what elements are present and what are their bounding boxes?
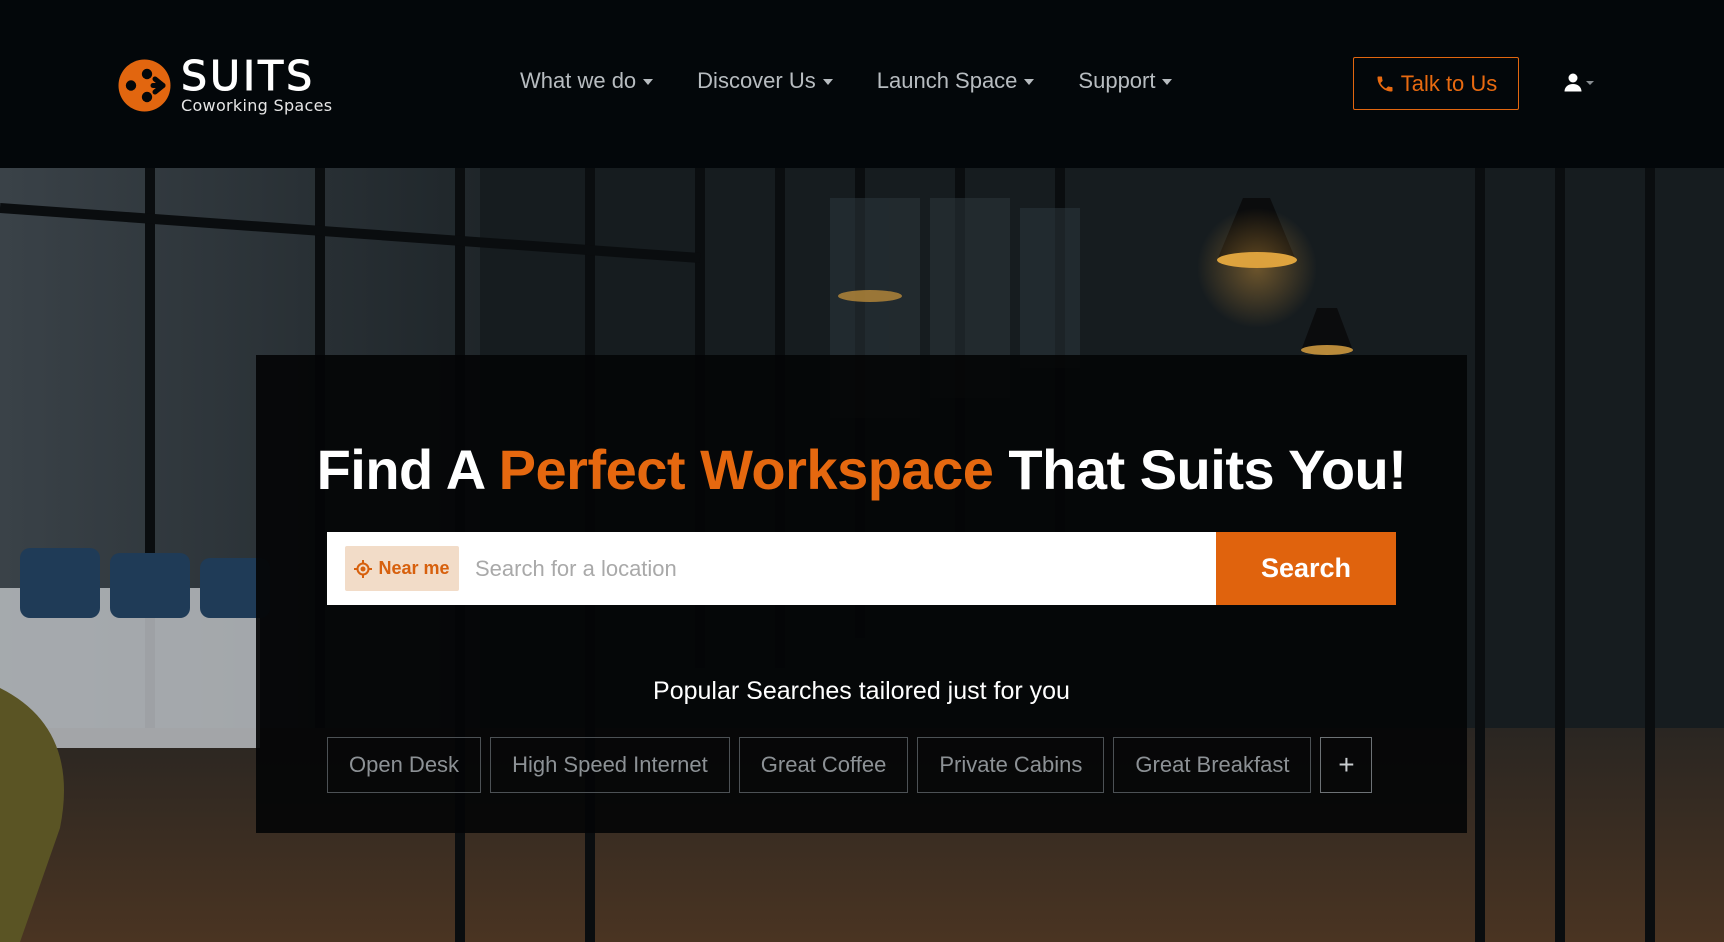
headline-accent: Perfect Workspace — [498, 438, 994, 501]
caret-down-icon — [1586, 81, 1594, 85]
phone-icon — [1377, 76, 1393, 91]
nav-item-label: Launch Space — [876, 68, 1018, 93]
caret-down-icon — [1024, 79, 1035, 85]
chip-great-breakfast[interactable]: Great Breakfast — [1113, 737, 1312, 793]
hero-section: Find A Perfect Workspace That Suits You!… — [0, 168, 1724, 942]
chip-high-speed-internet[interactable]: High Speed Internet — [490, 737, 730, 793]
location-search-bar: Near me Search — [327, 532, 1396, 605]
chip-great-coffee[interactable]: Great Coffee — [738, 737, 909, 793]
talk-to-us-label: Talk to Us — [1400, 70, 1498, 96]
location-search-input[interactable] — [459, 532, 1216, 605]
site-header: SUITS Coworking Spaces What we do Discov… — [0, 0, 1724, 168]
nav-item-support[interactable]: Support — [1078, 68, 1173, 94]
more-chips-button[interactable]: + — [1320, 737, 1373, 793]
brand-name: SUITS — [180, 52, 316, 100]
caret-down-icon — [822, 79, 833, 85]
caret-down-icon — [643, 79, 654, 85]
search-panel: Find A Perfect Workspace That Suits You!… — [256, 355, 1467, 833]
caret-down-icon — [1162, 79, 1173, 85]
nav-item-label: Support — [1078, 68, 1156, 93]
headline-end: That Suits You! — [993, 438, 1407, 501]
nav-item-what-we-do[interactable]: What we do — [520, 68, 654, 94]
brand-tagline: Coworking Spaces — [181, 96, 333, 115]
nav-item-discover-us[interactable]: Discover Us — [697, 68, 833, 94]
near-me-label: Near me — [378, 558, 450, 578]
search-button[interactable]: Search — [1216, 532, 1396, 605]
popular-searches-title: Popular Searches tailored just for you — [653, 677, 1070, 705]
chip-private-cabins[interactable]: Private Cabins — [917, 737, 1105, 793]
popular-search-chips: Open Desk High Speed Internet Great Coff… — [327, 737, 1373, 793]
user-menu-toggle[interactable] — [1563, 72, 1594, 92]
headline-start: Find A — [316, 438, 499, 501]
nav-item-label: What we do — [520, 68, 637, 93]
main-nav: What we do Discover Us Launch Space Supp… — [520, 68, 1216, 94]
crosshair-icon — [354, 559, 373, 578]
nav-item-label: Discover Us — [697, 68, 816, 93]
near-me-button[interactable]: Near me — [345, 546, 459, 591]
hero-headline: Find A Perfect Workspace That Suits You! — [256, 437, 1467, 502]
nav-item-launch-space[interactable]: Launch Space — [877, 68, 1035, 94]
user-icon — [1564, 73, 1582, 92]
talk-to-us-button[interactable]: Talk to Us — [1353, 57, 1519, 110]
chip-open-desk[interactable]: Open Desk — [327, 737, 482, 793]
brand-logo[interactable]: SUITS Coworking Spaces — [117, 52, 333, 115]
logo-mark-icon — [118, 59, 171, 111]
